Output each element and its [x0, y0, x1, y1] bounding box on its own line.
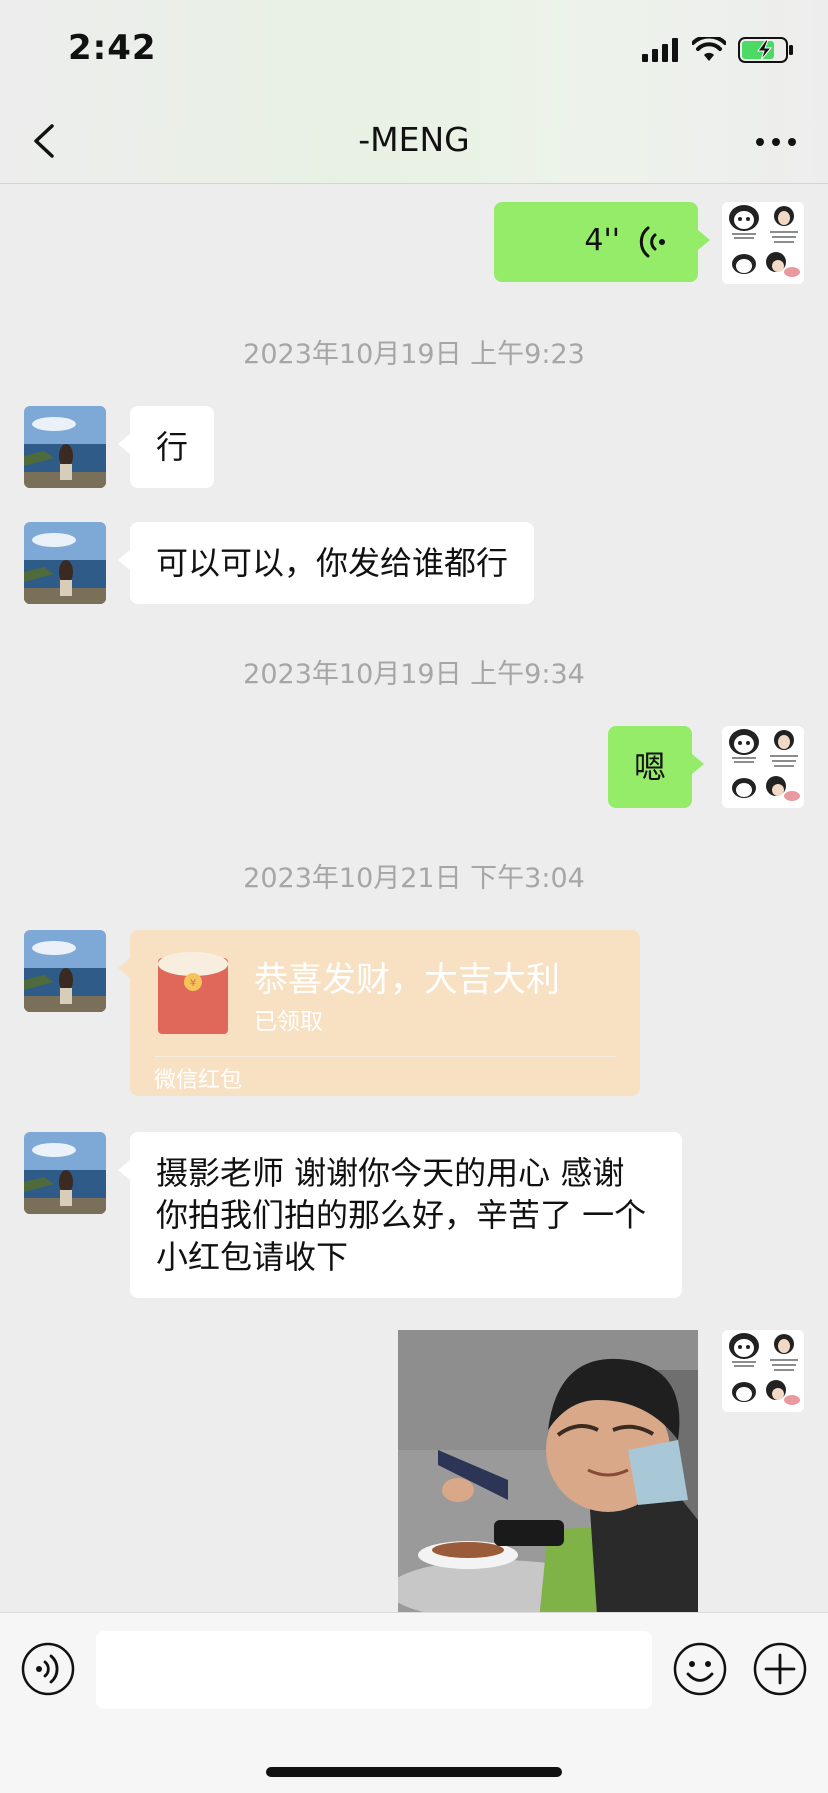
timestamp: 2023年10月19日 上午9:34 — [243, 659, 585, 690]
my-avatar[interactable] — [722, 202, 804, 284]
meme-sticker-avatar-icon — [722, 202, 804, 284]
timestamp: 2023年10月21日 下午3:04 — [243, 863, 585, 894]
status-icons — [642, 36, 794, 64]
message-input[interactable] — [96, 1631, 652, 1709]
seaside-girl-avatar-icon — [24, 930, 106, 1012]
red-packet-footer: 微信红包 — [154, 1068, 243, 1093]
my-avatar[interactable] — [722, 1330, 804, 1412]
red-envelope-icon: ¥ — [158, 952, 228, 1034]
emoji-icon[interactable] — [672, 1641, 728, 1697]
sent-image-message[interactable] — [398, 1330, 698, 1612]
received-message-bubble[interactable]: 可以可以，你发给谁都行 — [117, 522, 535, 604]
seaside-girl-avatar-icon — [24, 406, 106, 488]
contact-avatar[interactable] — [24, 406, 106, 488]
sent-message-bubble[interactable]: 嗯 — [608, 726, 705, 808]
voice-message-bubble[interactable]: 4'' — [494, 202, 710, 282]
received-message-bubble[interactable]: 行 — [117, 406, 215, 488]
boy-eating-gif-image — [398, 1330, 698, 1612]
voice-wave-icon — [639, 226, 665, 258]
plus-icon[interactable] — [752, 1641, 808, 1697]
meme-sticker-avatar-icon — [722, 1330, 804, 1412]
home-indicator[interactable] — [266, 1767, 562, 1777]
red-packet-title: 恭喜发财，大吉大利 — [254, 960, 560, 1000]
contact-avatar[interactable] — [24, 522, 106, 604]
chat-header: -MENG — [0, 100, 828, 184]
contact-avatar[interactable] — [24, 1132, 106, 1214]
svg-text:¥: ¥ — [190, 978, 196, 989]
battery-charging-icon — [738, 37, 793, 63]
red-packet-status: 已领取 — [254, 1009, 323, 1035]
my-avatar[interactable] — [722, 726, 804, 808]
chat-title: -MENG — [358, 120, 470, 159]
timestamp: 2023年10月19日 上午9:23 — [243, 339, 585, 370]
seaside-girl-avatar-icon — [24, 1132, 106, 1214]
meme-sticker-avatar-icon — [722, 726, 804, 808]
voice-icon[interactable] — [20, 1641, 76, 1697]
ellipsis-icon[interactable] — [754, 124, 798, 160]
seaside-girl-avatar-icon — [24, 522, 106, 604]
message-list[interactable]: 4'' 2023年10月19日 上午9:23 行 可以可以，你发给谁都行 202… — [0, 184, 828, 1612]
wifi-icon — [692, 37, 726, 61]
status-bar: 2:42 — [0, 0, 828, 100]
voice-duration: 4'' — [584, 223, 620, 258]
contact-avatar[interactable] — [24, 930, 106, 1012]
cellular-signal-icon — [642, 38, 678, 62]
received-message-bubble[interactable]: 摄影老师 谢谢你今天的用心 感谢你拍我们拍的那么好，辛苦了 一个小红包请收下 — [118, 1132, 682, 1298]
red-packet-divider — [154, 1056, 616, 1057]
input-bar — [0, 1612, 828, 1793]
status-time: 2:42 — [68, 28, 157, 68]
red-packet-card[interactable]: ¥ 恭喜发财，大吉大利 已领取 微信红包 — [118, 930, 640, 1096]
